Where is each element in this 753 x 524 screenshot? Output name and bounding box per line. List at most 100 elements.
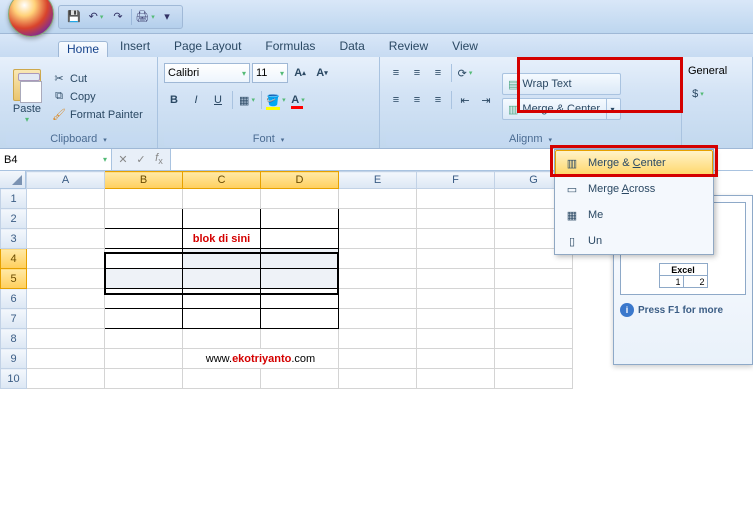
menu-merge-across[interactable]: ▭ Merge Across xyxy=(555,176,713,202)
row-header-7[interactable]: 7 xyxy=(1,309,27,329)
wrap-text-icon: ▤ xyxy=(508,78,518,91)
italic-button[interactable]: I xyxy=(186,90,206,110)
grow-font-button[interactable]: A▴ xyxy=(290,63,310,83)
decrease-indent-button[interactable]: ⇤ xyxy=(455,90,475,110)
align-left-button[interactable]: ≡ xyxy=(386,90,406,110)
annotation-text: blok di sini xyxy=(183,229,261,249)
tab-view[interactable]: View xyxy=(440,36,490,57)
merge-dropdown-menu: ▥ Merge & Center ▭ Merge Across ▦ Me ▯ U… xyxy=(554,149,714,255)
group-number: General $ xyxy=(682,57,753,148)
menu-unmerge-cells[interactable]: ▯ Un xyxy=(555,228,713,254)
name-box[interactable]: B4 xyxy=(0,149,112,170)
row-header-3[interactable]: 3 xyxy=(1,229,27,249)
save-icon[interactable]: 💾 xyxy=(65,8,83,26)
font-name-value: Calibri xyxy=(168,67,199,79)
enter-icon[interactable]: ✓ xyxy=(133,153,149,166)
merge-icon: ▥ xyxy=(508,103,518,116)
group-clipboard: Paste ▾ ✂Cut ⧉Copy 🖌 Format Painter Clipb… xyxy=(0,57,158,148)
align-middle-button[interactable]: ≡ xyxy=(407,63,427,83)
font-size-select[interactable]: 11 xyxy=(252,63,288,83)
format-painter-label: Format Painter xyxy=(70,109,143,121)
group-font: Calibri 11 A▴ A▾ B I U ▦ 🪣 A Font xyxy=(158,57,380,148)
align-bottom-button[interactable]: ≡ xyxy=(428,63,448,83)
col-header-F[interactable]: F xyxy=(417,172,495,189)
paste-label: Paste xyxy=(13,103,41,115)
fx-icon[interactable]: fx xyxy=(151,152,167,166)
row-header-2[interactable]: 2 xyxy=(1,209,27,229)
underline-button[interactable]: U xyxy=(208,90,228,110)
col-header-B[interactable]: B xyxy=(105,172,183,189)
qat-customize-icon[interactable]: ▾ xyxy=(158,8,176,26)
fill-color-button[interactable]: 🪣 xyxy=(266,90,286,110)
select-all-corner[interactable] xyxy=(0,171,26,189)
align-center-button[interactable]: ≡ xyxy=(407,90,427,110)
font-name-select[interactable]: Calibri xyxy=(164,63,250,83)
increase-indent-button[interactable]: ⇥ xyxy=(476,90,496,110)
cancel-icon[interactable]: ✕ xyxy=(115,153,131,166)
font-color-button[interactable]: A xyxy=(288,90,308,110)
office-button[interactable] xyxy=(8,0,54,37)
merge-across-menu-icon: ▭ xyxy=(562,180,582,198)
name-box-value: B4 xyxy=(4,154,17,166)
col-header-E[interactable]: E xyxy=(339,172,417,189)
tab-home[interactable]: Home xyxy=(58,41,108,57)
paste-button[interactable]: Paste ▾ xyxy=(6,61,48,132)
align-right-button[interactable]: ≡ xyxy=(428,90,448,110)
row-header-8[interactable]: 8 xyxy=(1,329,27,349)
quick-access-toolbar: 💾 ↶ ↷ 🖨 ▾ xyxy=(0,0,753,34)
col-header-C[interactable]: C xyxy=(183,172,261,189)
menu-merge-cells[interactable]: ▦ Me xyxy=(555,202,713,228)
watermark-text: www.ekotriyanto.com xyxy=(183,349,339,369)
row-header-6[interactable]: 6 xyxy=(1,289,27,309)
group-clipboard-label: Clipboard xyxy=(6,132,151,146)
group-font-label: Font xyxy=(164,132,373,146)
unmerge-menu-icon: ▯ xyxy=(562,232,582,250)
tab-formulas[interactable]: Formulas xyxy=(253,36,327,57)
row-header-5[interactable]: 5 xyxy=(1,269,27,289)
merge-center-button[interactable]: ▥ Merge & Center ▾ xyxy=(502,98,621,120)
font-size-value: 11 xyxy=(256,67,267,79)
merge-cells-menu-icon: ▦ xyxy=(562,206,582,224)
row-header-1[interactable]: 1 xyxy=(1,189,27,209)
undo-icon[interactable]: ↶ xyxy=(87,8,105,26)
cut-button[interactable]: ✂Cut xyxy=(52,72,143,86)
bold-button[interactable]: B xyxy=(164,90,184,110)
align-top-button[interactable]: ≡ xyxy=(386,63,406,83)
accounting-format-button[interactable]: $ xyxy=(688,84,708,104)
merge-center-menu-icon: ▥ xyxy=(562,154,582,172)
menu-merge-across-label: Merge Across xyxy=(588,183,655,195)
number-format-value: General xyxy=(688,65,727,77)
qat-inner: 💾 ↶ ↷ 🖨 ▾ xyxy=(58,5,183,29)
shrink-font-button[interactable]: A▾ xyxy=(312,63,332,83)
menu-merge-center[interactable]: ▥ Merge & Center xyxy=(555,150,713,176)
col-header-D[interactable]: D xyxy=(261,172,339,189)
col-header-A[interactable]: A xyxy=(27,172,105,189)
paste-icon xyxy=(13,69,41,101)
number-format-select[interactable]: General xyxy=(688,61,748,81)
borders-button[interactable]: ▦ xyxy=(237,90,257,110)
brush-icon: 🖌 xyxy=(52,108,66,122)
orientation-button[interactable]: ⟳ xyxy=(455,63,475,83)
tab-data[interactable]: Data xyxy=(327,36,376,57)
copy-button[interactable]: ⧉Copy xyxy=(52,90,143,104)
tab-review[interactable]: Review xyxy=(377,36,440,57)
tooltip-help: iPress F1 for more xyxy=(620,303,746,317)
tooltip-help-text: Press F1 for more xyxy=(638,305,723,316)
wrap-text-button[interactable]: ▤ Wrap Text xyxy=(502,73,621,95)
row-header-4[interactable]: 4 xyxy=(1,249,27,269)
merge-center-dropdown-icon[interactable]: ▾ xyxy=(606,99,618,119)
row-header-9[interactable]: 9 xyxy=(1,349,27,369)
menu-merge-center-label: Merge & Center xyxy=(588,157,666,169)
menu-merge-cells-label: Me xyxy=(588,209,603,221)
menu-unmerge-label: Un xyxy=(588,235,602,247)
row-header-10[interactable]: 10 xyxy=(1,369,27,389)
tab-insert[interactable]: Insert xyxy=(108,36,162,57)
group-alignment-label: Alignm xyxy=(386,132,675,146)
format-painter-button[interactable]: 🖌 Format Painter xyxy=(52,108,143,122)
redo-icon[interactable]: ↷ xyxy=(109,8,127,26)
tt-after-label: Excel xyxy=(659,264,707,276)
wrap-text-label: Wrap Text xyxy=(522,78,571,90)
quick-print-icon[interactable]: 🖨 xyxy=(136,8,154,26)
copy-icon: ⧉ xyxy=(52,90,66,104)
tab-page-layout[interactable]: Page Layout xyxy=(162,36,253,57)
